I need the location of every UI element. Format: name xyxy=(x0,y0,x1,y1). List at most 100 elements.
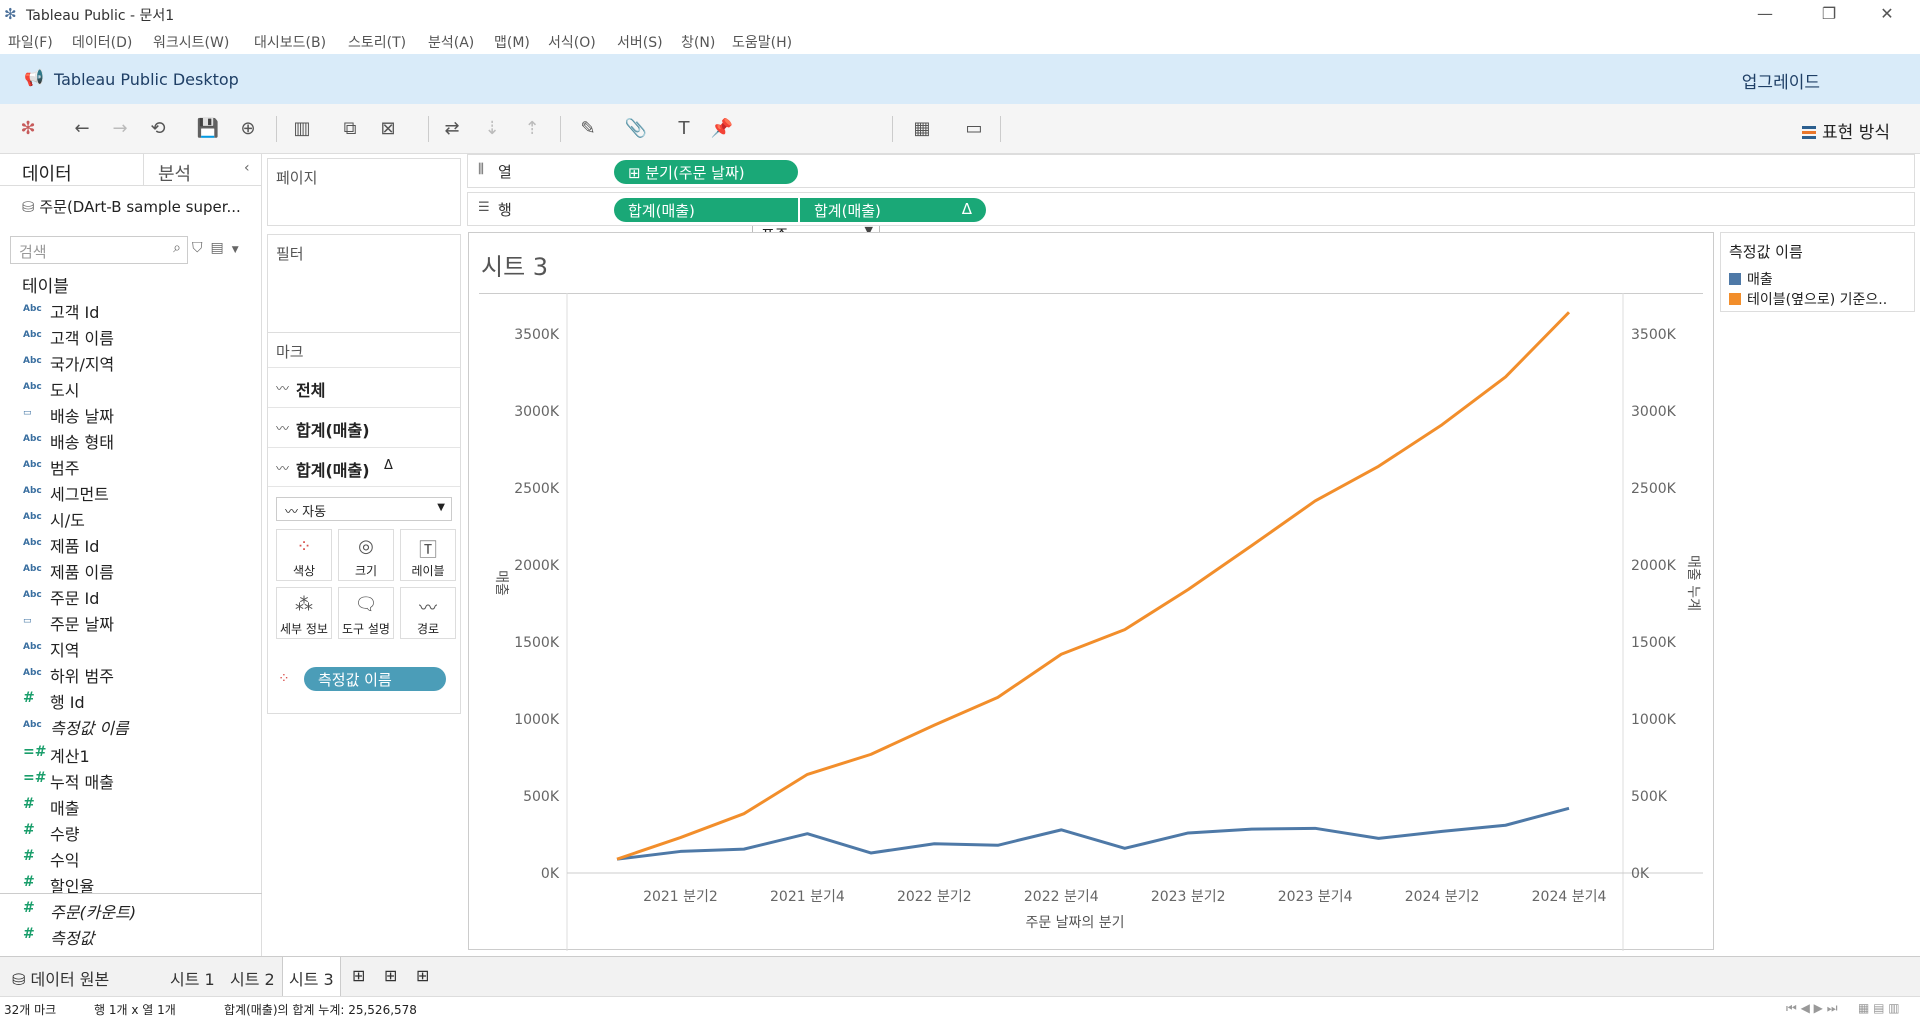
datasource-item[interactable]: ⛁ 주문(DArt-B sample super... xyxy=(22,196,241,217)
undo-icon[interactable]: ← xyxy=(70,117,94,141)
view-mode-icons[interactable]: ▦ ▤ ▥ xyxy=(1858,1001,1900,1015)
menu-story[interactable]: 스토리(T) xyxy=(348,32,406,52)
field-item[interactable]: Abc 고객 이름 xyxy=(0,322,262,348)
menu-format[interactable]: 서식(O) xyxy=(548,32,596,52)
field-item[interactable]: # 측정값 xyxy=(0,922,262,948)
highlight-icon[interactable]: ✎ xyxy=(576,117,600,141)
collapse-icon[interactable]: ‹ xyxy=(244,160,250,176)
chevron-down-icon[interactable]: ▼ xyxy=(232,245,247,255)
path-button[interactable]: 〰 경로 xyxy=(400,587,456,639)
tab-sheet1[interactable]: 시트 1 xyxy=(164,963,221,993)
sort-ascending-icon[interactable]: ⇣ xyxy=(480,117,504,141)
measure-names-pill[interactable]: 측정값 이름 xyxy=(304,667,446,691)
status-sum: 합계(매출)의 합계 누계: 25,526,578 xyxy=(224,1003,417,1017)
field-item[interactable]: ▭ 배송 날짜 xyxy=(0,400,262,426)
running-sum-label: 합계(매출) xyxy=(814,202,881,220)
menu-server[interactable]: 서버(S) xyxy=(617,32,663,52)
swap-rows-columns-icon[interactable]: ⇄ xyxy=(440,117,464,141)
series-line-sales[interactable] xyxy=(616,806,1570,861)
filter-icon[interactable]: ⛉ xyxy=(192,240,211,256)
new-dashboard-icon[interactable]: ⊞ xyxy=(378,963,403,988)
tab-analysis[interactable]: 분석 xyxy=(158,160,191,186)
tooltip-label: 도구 설명 xyxy=(342,622,390,636)
save-icon[interactable]: 💾 xyxy=(196,117,220,141)
menu-analysis[interactable]: 분석(A) xyxy=(428,32,474,52)
line-chart[interactable]: 0K 0K 500K 500K 1000K 1000K 1500K 1500K 2000K 200… xyxy=(469,233,1715,951)
filters-card[interactable]: 필터 xyxy=(267,234,461,340)
marks-all-row[interactable]: 〰 전체 xyxy=(268,367,460,407)
restore-icon[interactable]: ❐ xyxy=(1806,2,1852,26)
clear-sheet-icon[interactable]: ⊠ xyxy=(376,117,400,141)
search-input[interactable]: 검색 ⌕ xyxy=(10,236,188,264)
new-story-icon[interactable]: ⊞ xyxy=(410,963,435,988)
new-worksheet-icon[interactable]: ▥ xyxy=(290,117,314,141)
show-hide-cards-icon[interactable]: ▦ xyxy=(910,117,934,141)
tab-sheet2[interactable]: 시트 2 xyxy=(224,963,281,993)
pages-card[interactable]: 페이지 xyxy=(267,158,461,226)
menu-map[interactable]: 맵(M) xyxy=(494,32,530,52)
tableau-home-icon[interactable]: ✻ xyxy=(16,117,40,141)
color-button[interactable]: ⁘ 색상 xyxy=(276,529,332,581)
menu-help[interactable]: 도움말(H) xyxy=(732,32,792,52)
show-me-button[interactable]: 표현 방식 xyxy=(1802,118,1890,143)
size-button[interactable]: ◎ 크기 xyxy=(338,529,394,581)
new-worksheet-icon[interactable]: ⊞ xyxy=(346,963,371,988)
field-item[interactable]: Abc 지역 xyxy=(0,634,262,660)
group-icon[interactable]: 📎 xyxy=(624,117,648,141)
fix-axes-icon[interactable]: 📌 xyxy=(710,117,734,141)
series-line-running-sum[interactable] xyxy=(616,311,1571,861)
menu-file[interactable]: 파일(F) xyxy=(8,32,53,52)
menu-worksheet[interactable]: 워크시트(W) xyxy=(153,32,229,52)
minimize-icon[interactable]: — xyxy=(1742,2,1788,26)
field-item[interactable]: Abc 범주 xyxy=(0,452,262,478)
y-tick-label-left: 500K xyxy=(523,789,560,805)
tab-sheet3[interactable]: 시트 3 xyxy=(282,957,341,997)
marks-measure1-row[interactable]: 〰 합계(매출) xyxy=(268,407,460,447)
menu-window[interactable]: 창(N) xyxy=(681,32,715,52)
duplicate-sheet-icon[interactable]: ⧉ xyxy=(338,117,362,141)
field-item[interactable]: Abc 배송 형태 xyxy=(0,426,262,452)
upgrade-link[interactable]: 업그레이드 xyxy=(1742,68,1820,93)
detail-button[interactable]: ⁂ 세부 정보 xyxy=(276,587,332,639)
field-item[interactable]: Abc 제품 이름 xyxy=(0,556,262,582)
new-datasource-icon[interactable]: ⊕ xyxy=(236,117,260,141)
field-item[interactable]: Abc 도시 xyxy=(0,374,262,400)
field-item[interactable]: Abc 하위 범주 xyxy=(0,660,262,686)
field-item[interactable]: # 주문(카운트) xyxy=(0,896,262,922)
presentation-mode-icon[interactable]: ▭ xyxy=(962,117,986,141)
menu-dashboard[interactable]: 대시보드(B) xyxy=(254,32,326,52)
field-item[interactable]: # 수량 xyxy=(0,818,262,844)
field-item[interactable]: ▭ 주문 날짜 xyxy=(0,608,262,634)
mark-type-select[interactable]: 〰 자동 ▼ xyxy=(276,497,452,521)
replay-icon[interactable]: ⟲ xyxy=(146,117,170,141)
field-item[interactable]: =# 누적 매출 xyxy=(0,766,262,792)
field-item[interactable]: # 매출 xyxy=(0,792,262,818)
tab-datasource[interactable]: ⛁ 데이터 원본 xyxy=(6,963,115,993)
field-item[interactable]: # 행 Id xyxy=(0,686,262,712)
field-item[interactable]: Abc 주문 Id xyxy=(0,582,262,608)
tab-data[interactable]: 데이터 xyxy=(22,160,72,186)
legend-item-running[interactable]: 테이블(옆으로) 기준으.. xyxy=(1729,289,1887,309)
field-item[interactable]: Abc 시/도 xyxy=(0,504,262,530)
view-list-icon[interactable]: ▤ xyxy=(211,240,232,256)
label-button[interactable]: 🅃 레이블 xyxy=(400,529,456,581)
sort-descending-icon[interactable]: ⇡ xyxy=(520,117,544,141)
field-item[interactable]: Abc 고객 Id xyxy=(0,296,262,322)
redo-icon[interactable]: → xyxy=(108,117,132,141)
field-item[interactable]: Abc 세그먼트 xyxy=(0,478,262,504)
close-icon[interactable]: ✕ xyxy=(1864,2,1910,26)
legend-item-sales[interactable]: 매출 xyxy=(1729,269,1773,289)
field-item[interactable]: Abc 측정값 이름 xyxy=(0,712,262,738)
running-sum-pill[interactable]: 합계(매출) Δ xyxy=(800,198,986,222)
field-item[interactable]: Abc 제품 Id xyxy=(0,530,262,556)
sales-sum-pill[interactable]: 합계(매출) xyxy=(614,198,798,222)
field-item[interactable]: =# 계산1 xyxy=(0,740,262,766)
menu-data[interactable]: 데이터(D) xyxy=(72,32,132,52)
show-labels-icon[interactable]: T xyxy=(672,117,696,141)
field-item[interactable]: # 수익 xyxy=(0,844,262,870)
sheet-nav-icons[interactable]: ⏮ ◀ ▶ ⏭ xyxy=(1786,1001,1838,1016)
quarter-order-date-pill[interactable]: ⊞ 분기(주문 날짜) xyxy=(614,160,798,184)
tooltip-button[interactable]: 🗨 도구 설명 xyxy=(338,587,394,639)
marks-measure2-row[interactable]: 〰 합계(매출) Δ xyxy=(268,447,460,487)
field-item[interactable]: Abc 국가/지역 xyxy=(0,348,262,374)
